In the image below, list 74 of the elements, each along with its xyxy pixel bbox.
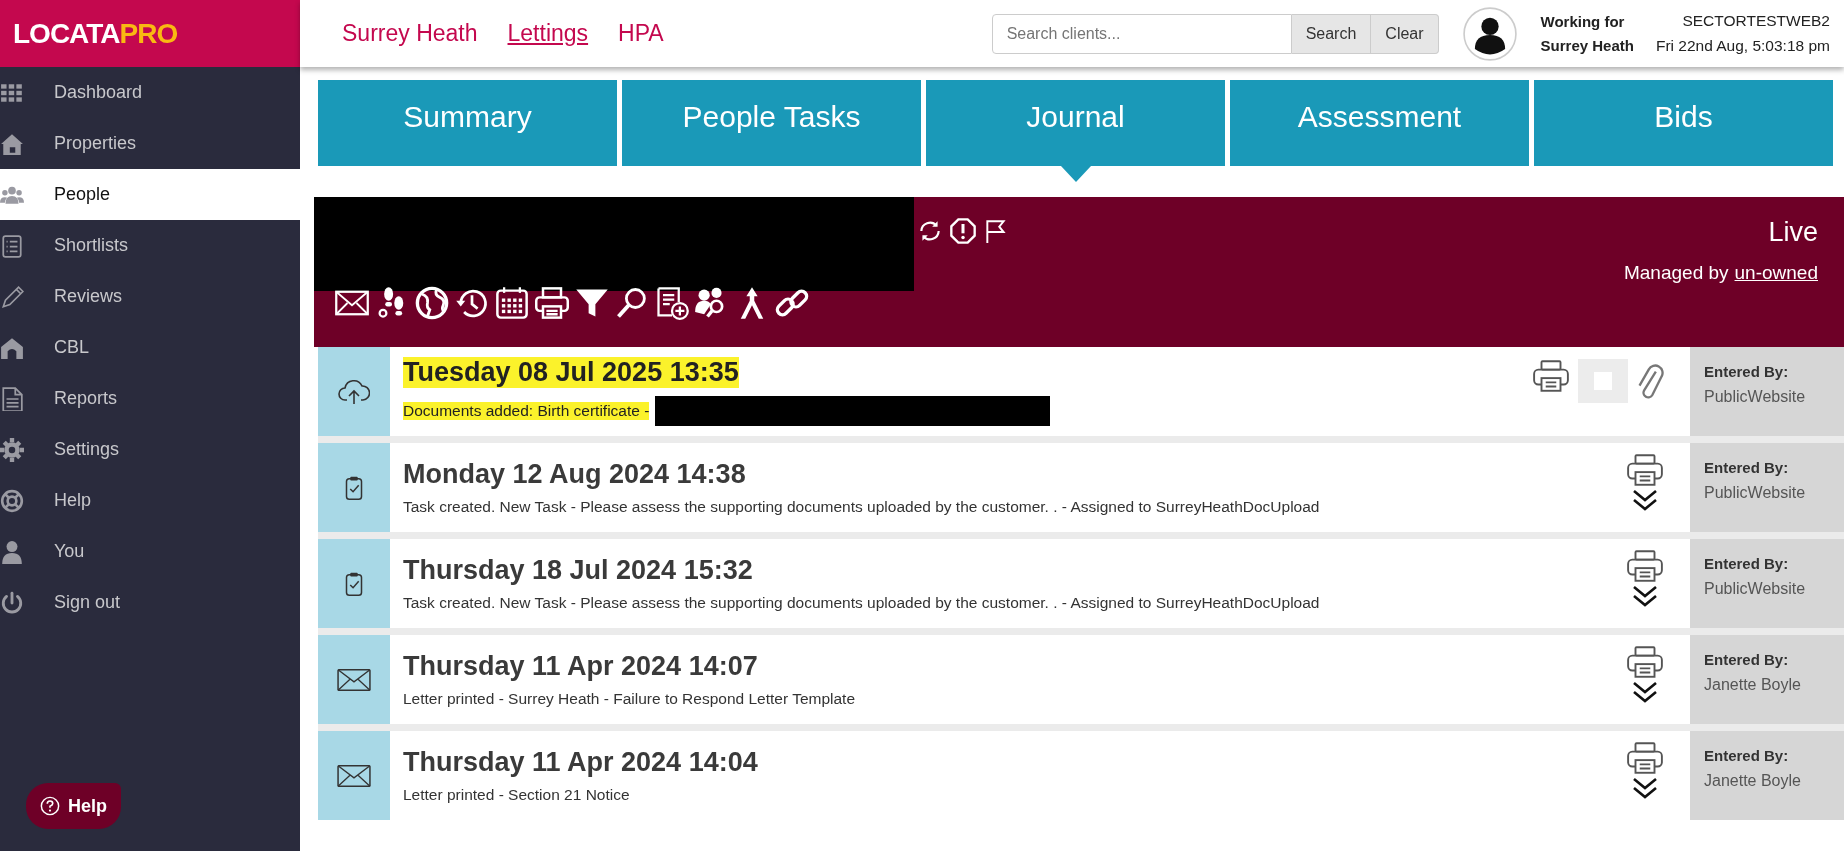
alert-icon[interactable]	[949, 217, 977, 245]
entry-description: Task created. New Task - Please assess the supporting documents uploaded by the customer. . - Assigned to SurreyHeathDocUpload	[403, 498, 1320, 516]
entry-date: Thursday 11 Apr 2024 14:04	[403, 747, 758, 778]
entry-description: Task created. New Task - Please assess the supporting documents uploaded by the customer. . - Assigned to SurreyHeathDocUpload	[403, 594, 1320, 612]
sidebar-item[interactable]: Dashboard	[0, 67, 300, 118]
working-for-text: Working for	[1540, 13, 1626, 30]
expand-chevron-icon[interactable]	[1631, 775, 1659, 801]
sidebar-item[interactable]: Reports	[0, 373, 300, 424]
journal-entry[interactable]: Monday 12 Aug 2024 14:38 Task created. New Task - Please assess the supporting documents uploaded by the customer. . - Assigned to SurreyHeathDocUpload Entered By: PublicWebsite	[318, 443, 1844, 532]
print-icon[interactable]	[1626, 453, 1664, 487]
expand-chevron-icon[interactable]	[1631, 583, 1659, 609]
search-bar-button[interactable]: Search	[1291, 13, 1372, 54]
lifebuoy-icon	[0, 488, 24, 513]
entry-description: Letter printed - Section 21 Notice	[403, 786, 630, 804]
journal-entry[interactable]: Thursday 18 Jul 2024 15:32 Task created. New Task - Please assess the supporting documents uploaded by the customer. . - Assigned to SurreyHeathDocUpload Entered By: PublicWebsite	[318, 539, 1844, 628]
entry-date: Thursday 18 Jul 2024 15:32	[403, 555, 753, 586]
managed-by-link[interactable]: un-owned	[1734, 262, 1818, 284]
entered-by-name: Janette Boyle	[1704, 772, 1802, 790]
sidebar-item[interactable]: Reviews	[0, 271, 300, 322]
globe-icon[interactable]	[414, 285, 450, 321]
add-document-icon[interactable]	[654, 285, 690, 321]
sidebar-item[interactable]: You	[0, 526, 300, 577]
document-icon	[0, 386, 24, 411]
print-icon[interactable]	[1532, 359, 1570, 393]
sidebar-item[interactable]: Help	[0, 475, 300, 526]
entered-by-label: Entered By:	[1704, 363, 1790, 380]
calendar-icon[interactable]	[494, 285, 530, 321]
entered-by-label: Entered By:	[1704, 651, 1790, 668]
pencil-icon	[0, 284, 24, 309]
entry-date: Tuesday 08 Jul 2025 13:35	[403, 357, 739, 388]
sidebar-item[interactable]: Settings	[0, 424, 300, 475]
search-field[interactable]: Search clients...	[991, 13, 1292, 54]
entry-description: Documents added: Birth certificate -	[403, 402, 650, 420]
user-name: SECTORTESTWEB2	[1682, 12, 1830, 30]
journal-entry[interactable]: Thursday 11 Apr 2024 14:04 Letter printed - Section 21 Notice Entered By: Janette Boyle	[318, 731, 1844, 820]
date-time: Fri 22nd Aug, 5:03:18 pm	[1655, 37, 1830, 55]
nav-link[interactable]: Lettings	[507, 20, 589, 47]
list-icon	[0, 233, 24, 258]
print-icon[interactable]	[1626, 645, 1664, 679]
status-text: Live	[1768, 217, 1818, 248]
refresh-icon[interactable]	[917, 218, 943, 244]
sidebar-item[interactable]: Properties	[0, 118, 300, 169]
help-button[interactable]: Help	[26, 783, 121, 829]
entered-by-name: PublicWebsite	[1704, 388, 1807, 406]
entered-by-label: Entered By:	[1704, 555, 1790, 572]
print-icon[interactable]	[1626, 741, 1664, 775]
expand-chevron-icon[interactable]	[1631, 679, 1659, 705]
sidebar-item[interactable]: Shortlists	[0, 220, 300, 271]
person-icon	[0, 539, 24, 564]
entry-date: Monday 12 Aug 2024 14:38	[403, 459, 746, 490]
logo: LOCATAPRO	[0, 0, 300, 67]
entered-by-name: PublicWebsite	[1704, 484, 1807, 502]
entry-description: Letter printed - Surrey Heath - Failure to Respond Letter Template	[403, 690, 856, 708]
entered-by-name: Janette Boyle	[1704, 676, 1802, 694]
working-for-text: Surrey Heath	[1540, 37, 1634, 54]
managed-by-label: Managed by	[1623, 262, 1729, 284]
help-icon	[40, 796, 60, 816]
nav-link[interactable]: Surrey Heath	[342, 20, 478, 47]
sidebar-item[interactable]: CBL	[0, 322, 300, 373]
journal-entry[interactable]: Thursday 11 Apr 2024 14:07 Letter printed - Surrey Heath - Failure to Respond Letter Template Entered By: Janette Boyle	[318, 635, 1844, 724]
entered-by-name: PublicWebsite	[1704, 580, 1807, 598]
sidebar-item[interactable]: Sign out	[0, 577, 300, 628]
entered-by-label: Entered By:	[1704, 459, 1790, 476]
power-icon	[0, 590, 24, 615]
expand-chevron-icon[interactable]	[1631, 487, 1659, 513]
nav-link[interactable]: HPA	[618, 20, 664, 47]
print-icon[interactable]	[534, 285, 570, 321]
entered-by-label: Entered By:	[1704, 747, 1790, 764]
journal-entry[interactable]: Tuesday 08 Jul 2025 13:35 Documents added: Birth certificate - Entered By: PublicWebsite	[318, 347, 1844, 436]
print-icon[interactable]	[1626, 549, 1664, 583]
search-bar-button[interactable]: Clear	[1371, 13, 1439, 54]
entry-date: Thursday 11 Apr 2024 14:07	[403, 651, 758, 682]
avatar-icon[interactable]	[1462, 6, 1517, 61]
sidebar-item[interactable]: People	[0, 169, 300, 220]
